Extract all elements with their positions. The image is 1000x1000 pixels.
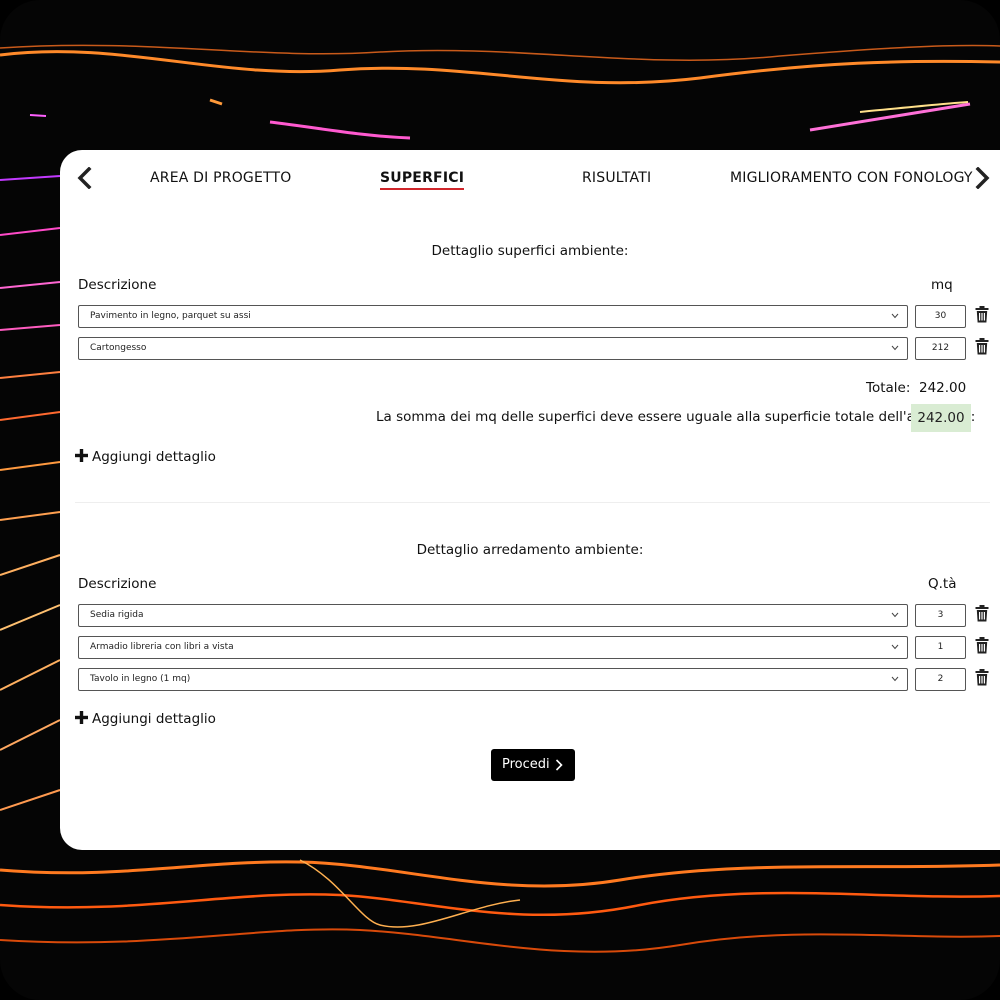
surfaces-section-title: Dettaglio superfici ambiente: <box>431 243 629 259</box>
furniture-select-3[interactable]: Tavolo in legno (1 mq) <box>78 668 908 691</box>
furniture-qty-input-3[interactable]: 2 <box>915 668 966 691</box>
surfaces-sum-note: La somma dei mq delle superfici deve ess… <box>376 409 976 425</box>
furniture-qty-input-2[interactable]: 1 <box>915 636 966 659</box>
surfaces-description-header: Descrizione <box>78 277 157 293</box>
furniture-select-1[interactable]: Sedia rigida <box>78 604 908 627</box>
surfaces-total-value: 242.00 <box>919 380 967 396</box>
plus-icon <box>75 711 88 724</box>
trash-icon[interactable] <box>975 338 989 355</box>
surface-select-1[interactable]: Pavimento in legno, parquet su assi <box>78 305 908 328</box>
wizard-card: AREA DI PROGETTO SUPERFICI RISULTATI MIG… <box>60 150 1000 850</box>
chevron-down-icon <box>891 345 899 351</box>
chevron-left-icon[interactable] <box>75 167 95 189</box>
tab-superfici[interactable]: SUPERFICI <box>380 170 465 190</box>
furniture-description-header: Descrizione <box>78 576 157 592</box>
proceed-button[interactable]: Procedi <box>491 749 575 781</box>
surfaces-sum-badge: 242.00 <box>911 404 971 432</box>
furniture-quantity-header: Q.tà <box>928 576 957 592</box>
furniture-select-2[interactable]: Armadio libreria con libri a vista <box>78 636 908 659</box>
chevron-right-icon[interactable] <box>972 167 992 189</box>
chevron-down-icon <box>891 644 899 650</box>
add-furniture-detail-link[interactable]: Aggiungi dettaglio <box>75 711 216 727</box>
active-tab-underline <box>380 188 465 190</box>
tab-miglioramento-con-fonology[interactable]: MIGLIORAMENTO CON FONOLOGY <box>730 170 973 186</box>
trash-icon[interactable] <box>975 637 989 654</box>
furniture-qty-input-1[interactable]: 3 <box>915 604 966 627</box>
surfaces-mq-header: mq <box>931 277 953 293</box>
plus-icon <box>75 449 88 462</box>
chevron-down-icon <box>891 612 899 618</box>
tab-area-di-progetto[interactable]: AREA DI PROGETTO <box>150 170 292 186</box>
surface-select-2[interactable]: Cartongesso <box>78 337 908 360</box>
chevron-down-icon <box>891 676 899 682</box>
tab-risultati[interactable]: RISULTATI <box>582 170 651 186</box>
section-divider <box>75 502 990 503</box>
trash-icon[interactable] <box>975 669 989 686</box>
trash-icon[interactable] <box>975 605 989 622</box>
chevron-right-icon <box>555 759 563 771</box>
chevron-down-icon <box>891 313 899 319</box>
surface-mq-input-1[interactable]: 30 <box>915 305 966 328</box>
surface-mq-input-2[interactable]: 212 <box>915 337 966 360</box>
surfaces-total-label: Totale: <box>866 380 911 396</box>
furniture-section-title: Dettaglio arredamento ambiente: <box>416 542 644 558</box>
add-surface-detail-link[interactable]: Aggiungi dettaglio <box>75 449 216 465</box>
trash-icon[interactable] <box>975 306 989 323</box>
